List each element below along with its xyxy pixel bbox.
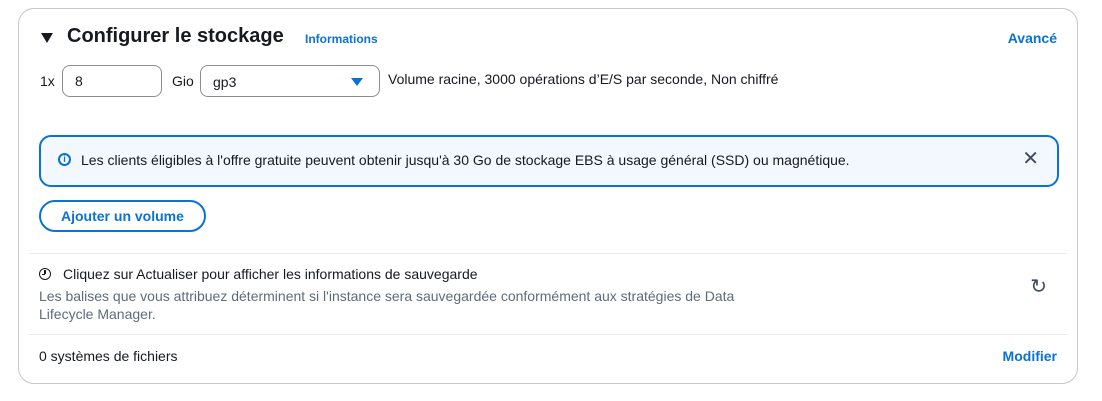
advanced-link[interactable]: Avancé xyxy=(1008,30,1057,46)
volume-type-value: gp3 xyxy=(213,74,237,90)
refresh-icon[interactable]: ↻ xyxy=(1030,277,1047,297)
volume-row: 1x Gio gp3 Volume racine, 3000 opération… xyxy=(40,65,1040,99)
volume-multiplier: 1x xyxy=(40,73,55,89)
clock-icon xyxy=(39,268,51,280)
free-tier-alert: i Les clients éligibles à l'offre gratui… xyxy=(39,135,1059,187)
divider xyxy=(29,334,1067,335)
info-circle-icon: i xyxy=(58,153,71,166)
divider xyxy=(29,253,1067,254)
caret-down-icon[interactable] xyxy=(41,33,53,43)
alert-text: Les clients éligibles à l'offre gratuite… xyxy=(81,152,850,168)
close-icon[interactable]: ✕ xyxy=(1022,147,1039,171)
backup-heading: Cliquez sur Actualiser pour afficher les… xyxy=(63,266,478,282)
volume-type-select[interactable]: gp3 xyxy=(200,65,380,97)
add-volume-button[interactable]: Ajouter un volume xyxy=(39,200,206,232)
file-systems-count: 0 systèmes de fichiers xyxy=(39,348,178,364)
triangle-down-icon xyxy=(351,78,363,86)
panel-header: Configurer le stockage Informations Avan… xyxy=(41,25,1057,53)
volume-size-input[interactable] xyxy=(62,65,162,97)
volume-unit: Gio xyxy=(172,73,194,89)
modify-file-systems-link[interactable]: Modifier xyxy=(1003,348,1057,364)
panel-title: Configurer le stockage xyxy=(67,25,284,47)
info-link[interactable]: Informations xyxy=(305,32,378,46)
storage-panel: Configurer le stockage Informations Avan… xyxy=(18,8,1078,384)
volume-summary: Volume racine, 3000 opérations d’E/S par… xyxy=(388,71,779,87)
backup-description: Les balises que vous attribuez détermine… xyxy=(39,288,735,322)
